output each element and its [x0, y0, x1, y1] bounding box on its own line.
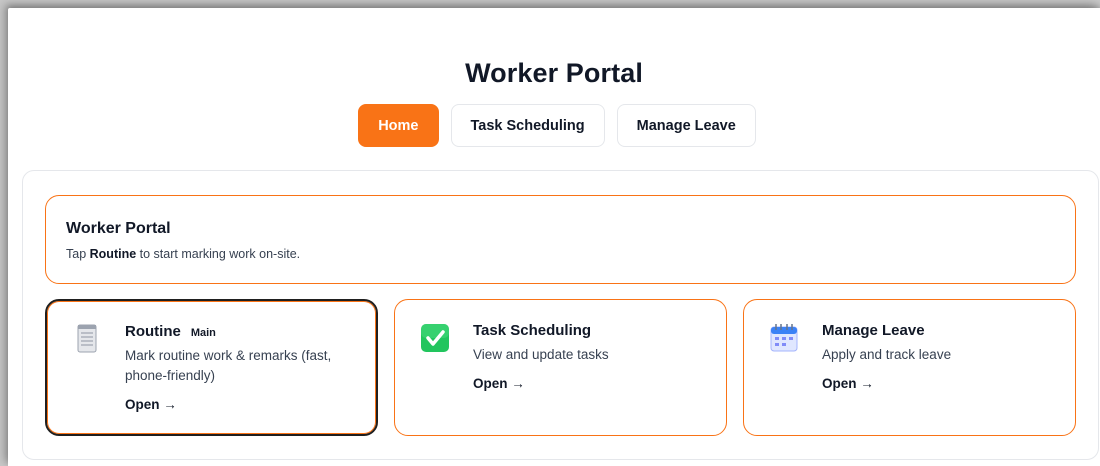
- intro-text-suffix: to start marking work on-site.: [139, 247, 301, 261]
- checkmark-icon: [419, 322, 451, 354]
- intro-title: Worker Portal: [66, 220, 171, 237]
- open-link[interactable]: Open →: [473, 376, 706, 391]
- card-description: View and update tasks: [473, 347, 609, 362]
- card-title-text: Routine: [125, 323, 181, 340]
- card-description: Apply and track leave: [822, 347, 952, 362]
- intro-text: Tap Routine to start marking work on-sit…: [66, 247, 1055, 261]
- card-title: Task Scheduling: [473, 322, 706, 339]
- main-nav: Home Task Scheduling Manage Leave: [8, 104, 1100, 147]
- card-body: Routine Main Mark routine work & remarks…: [125, 323, 356, 434]
- card-manage-leave[interactable]: Manage Leave Apply and track leave Open …: [743, 299, 1076, 436]
- content-panel: Worker Portal Tap Routine to start marki…: [22, 170, 1099, 460]
- open-link[interactable]: Open →: [822, 376, 1055, 391]
- card-title-text: Task Scheduling: [473, 322, 592, 339]
- main-badge: Main: [190, 327, 216, 339]
- tab-manage-leave[interactable]: Manage Leave: [616, 104, 756, 147]
- card-body: Manage Leave Apply and track leave Open …: [822, 322, 1055, 435]
- card-task-scheduling[interactable]: Task Scheduling View and update tasks Op…: [394, 299, 727, 436]
- card-title: Routine Main: [125, 323, 356, 340]
- app-window: Worker Portal Home Task Scheduling Manag…: [8, 8, 1100, 466]
- notepad-icon: [71, 323, 103, 355]
- intro-box: Worker Portal Tap Routine to start marki…: [45, 195, 1076, 284]
- page-title: Worker Portal: [465, 58, 643, 88]
- card-routine[interactable]: Routine Main Mark routine work & remarks…: [45, 299, 378, 436]
- tab-task-scheduling[interactable]: Task Scheduling: [450, 104, 605, 147]
- card-title: Manage Leave: [822, 322, 1055, 339]
- card-title-text: Manage Leave: [822, 322, 925, 339]
- intro-text-prefix: Tap: [66, 247, 87, 261]
- tab-home[interactable]: Home: [358, 104, 439, 147]
- calendar-icon: [768, 322, 800, 354]
- intro-text-bold: Routine: [89, 247, 137, 261]
- card-description: Mark routine work & remarks (fast, phone…: [125, 348, 332, 383]
- card-body: Task Scheduling View and update tasks Op…: [473, 322, 706, 435]
- open-link[interactable]: Open →: [125, 397, 356, 412]
